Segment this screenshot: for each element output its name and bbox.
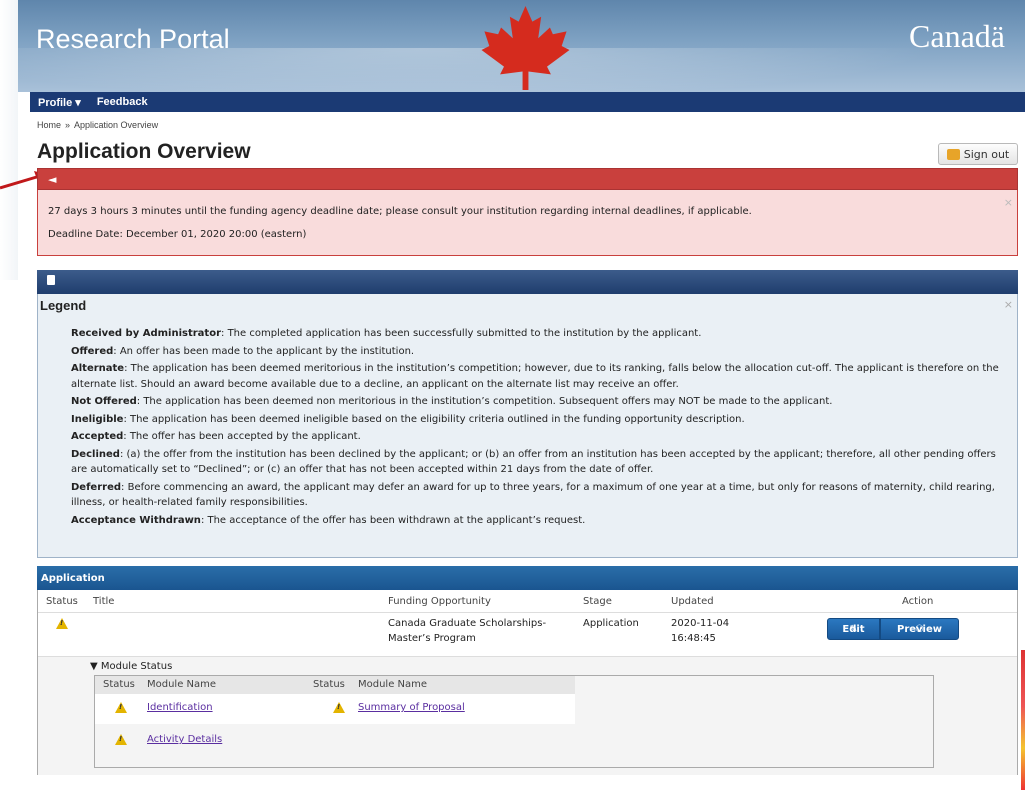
sign-out-button[interactable]: Sign out: [938, 143, 1018, 165]
legend-item-ineligible: Ineligible: The application has been dee…: [71, 413, 745, 425]
module-table-header: Status Module Name Status Module Name: [95, 676, 575, 694]
col-status: Status: [46, 596, 78, 607]
edit-button[interactable]: ✎ Edit: [827, 618, 880, 640]
alert-close-icon[interactable]: ×: [1004, 196, 1013, 209]
module-link-summary[interactable]: Summary of Proposal: [358, 702, 465, 713]
module-link-activity[interactable]: Activity Details: [147, 734, 222, 745]
col-funding: Funding Opportunity: [388, 596, 491, 607]
legend-item-alternate: Alternate: The application has been deem…: [71, 363, 999, 390]
breadcrumb: Home » Application Overview: [37, 120, 158, 130]
legend-list: Received by Administrator: The completed…: [71, 326, 1006, 530]
deadline-date: Deadline Date: December 01, 2020 20:00 (…: [48, 229, 307, 240]
module-warning-icon: [333, 702, 345, 716]
col-updated: Updated: [671, 596, 714, 607]
site-banner: Research Portal Canadä: [18, 0, 1025, 92]
module-row: Identification Summary of Proposal: [95, 694, 575, 724]
preview-button[interactable]: ⚇ Preview: [880, 618, 959, 640]
row-stage: Application: [583, 618, 639, 629]
table-row: Canada Graduate Scholarships- Master’s P…: [38, 614, 1017, 654]
legend-close-icon[interactable]: ×: [1004, 298, 1013, 311]
deadline-countdown: 27 days 3 hours 3 minutes until the fund…: [48, 206, 752, 217]
legend-item-accepted: Accepted: The offer has been accepted by…: [71, 431, 361, 442]
table-header-row: Status Title Funding Opportunity Stage U…: [38, 592, 1017, 612]
legend-item-withdrawn: Acceptance Withdrawn: The acceptance of …: [71, 514, 586, 526]
breadcrumb-separator: »: [65, 120, 71, 130]
module-col-name-1: Module Name: [147, 679, 217, 690]
module-link-identification[interactable]: Identification: [147, 702, 213, 713]
module-col-status-2: Status: [313, 679, 345, 690]
sign-out-icon: [946, 148, 960, 160]
breadcrumb-current: Application Overview: [74, 120, 159, 130]
row-funding-line2: Master’s Program: [388, 633, 476, 644]
module-col-name-2: Module Name: [358, 679, 428, 690]
left-margin: [0, 0, 18, 280]
application-header: Application: [37, 566, 1018, 590]
application-table: Status Title Funding Opportunity Stage U…: [37, 590, 1018, 775]
col-stage: Stage: [583, 596, 612, 607]
sign-out-label: Sign out: [963, 147, 1010, 161]
canada-wordmark: Canadä: [909, 18, 1005, 54]
col-title: Title: [93, 596, 115, 607]
document-icon: [47, 275, 55, 285]
breadcrumb-home[interactable]: Home: [37, 120, 61, 130]
header-divider: [38, 612, 1017, 613]
preview-label: Preview: [896, 623, 942, 635]
legend-item-received: Received by Administrator: The completed…: [71, 328, 702, 339]
module-warning-icon: [115, 702, 127, 716]
legend-title: Legend: [40, 298, 87, 313]
legend-item-deferred: Deferred: Before commencing an award, th…: [71, 481, 995, 509]
module-table: Status Module Name Status Module Name Id…: [94, 675, 934, 768]
edit-label: Edit: [842, 623, 865, 635]
row-status-warning-icon: [56, 618, 68, 632]
module-col-status-1: Status: [103, 679, 135, 690]
row-updated-time: 16:48:45: [671, 633, 716, 644]
deadline-alert-header: ◄: [37, 168, 1018, 190]
module-warning-icon: [115, 734, 127, 748]
col-action: Action: [902, 596, 934, 607]
module-status-toggle[interactable]: ▼ Module Status: [90, 661, 172, 672]
portal-title: Research Portal: [36, 24, 230, 54]
module-status-section: ▼ Module Status Status Module Name Statu…: [38, 656, 1017, 775]
module-row: Activity Details: [95, 724, 575, 754]
maple-leaf-icon: [481, 5, 570, 91]
main-nav: Profile ▾ Feedback: [30, 92, 1025, 112]
page-title: Application Overview: [37, 140, 251, 163]
legend-item-offered: Offered: An offer has been made to the a…: [71, 345, 415, 357]
megaphone-icon: ◄: [48, 173, 57, 186]
deadline-alert: 27 days 3 hours 3 minutes until the fund…: [37, 190, 1018, 256]
row-updated-date: 2020-11-04: [671, 618, 730, 629]
legend-item-not-offered: Not Offered: The application has been de…: [71, 396, 833, 407]
legend-header: [37, 270, 1018, 294]
nav-item-feedback[interactable]: Feedback: [89, 96, 156, 108]
edge-decoration: [1021, 650, 1025, 790]
nav-item-profile[interactable]: Profile ▾: [30, 96, 89, 109]
legend-item-declined: Declined: (a) the offer from the institu…: [71, 448, 996, 476]
legend-panel: Legend × Received by Administrator: The …: [37, 294, 1018, 558]
row-funding-line1: Canada Graduate Scholarships-: [388, 618, 547, 629]
